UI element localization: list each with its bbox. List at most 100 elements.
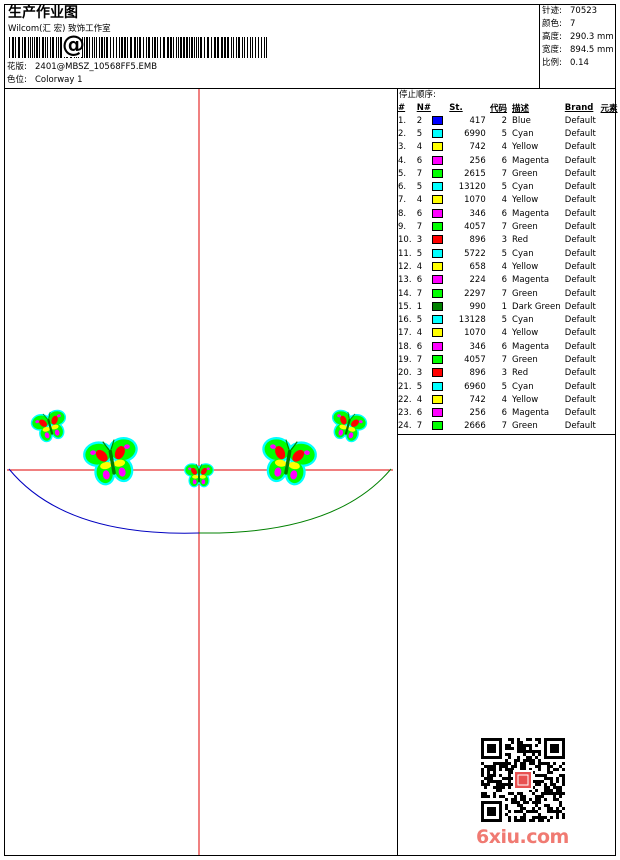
color-swatch	[431, 235, 443, 245]
row-needle: 7	[416, 421, 423, 432]
color-swatch	[431, 155, 443, 165]
row-element	[601, 274, 620, 287]
row-stitches: 346	[469, 208, 486, 219]
row-brand: Default	[564, 301, 596, 312]
row-code: 6	[501, 341, 508, 352]
color-swatch	[431, 182, 443, 192]
row-description: Green	[512, 222, 538, 233]
row-swatch	[431, 393, 450, 406]
table-row: 22. 4 742 4 Yellow Default	[398, 393, 620, 406]
row-brand: Default	[564, 394, 596, 405]
row-brand: Default	[564, 354, 596, 365]
row-index: 8.	[398, 208, 407, 219]
row-element	[601, 247, 620, 260]
row-description: Yellow	[512, 195, 539, 206]
row-swatch	[431, 353, 450, 366]
row-brand: Default	[564, 182, 596, 193]
table-row: 20. 3 896 3 Red Default	[398, 367, 620, 380]
row-description: Green	[512, 354, 538, 365]
row-needle: 4	[416, 394, 423, 405]
butterfly-right	[262, 437, 317, 486]
row-needle: 4	[416, 261, 423, 272]
pattern-label: 花版:	[7, 62, 27, 72]
row-brand: Default	[564, 275, 596, 286]
row-needle: 6	[416, 341, 423, 352]
row-brand: Default	[564, 222, 596, 233]
row-description: Yellow	[512, 142, 539, 153]
row-element	[601, 353, 620, 366]
row-needle: 6	[416, 408, 423, 419]
row-brand: Default	[564, 421, 596, 432]
row-index: 11.	[398, 248, 412, 259]
color-swatch	[431, 354, 443, 364]
color-swatch	[431, 128, 443, 138]
color-swatch	[431, 328, 443, 338]
row-description: Cyan	[512, 182, 534, 193]
height-value: 290.3 mm	[570, 32, 614, 42]
row-stitches: 346	[469, 341, 486, 352]
row-brand: Default	[564, 368, 596, 379]
butterfly-left	[83, 437, 138, 486]
row-brand: Default	[564, 195, 596, 206]
table-row: 11. 5 5722 5 Cyan Default	[398, 247, 620, 260]
color-label: 色位:	[7, 75, 27, 85]
row-swatch	[431, 407, 450, 420]
company-name: Wilcom(汇 宏) 致饰工作室	[8, 24, 111, 34]
row-element	[601, 127, 620, 140]
row-description: Yellow	[512, 328, 539, 339]
row-needle: 4	[416, 195, 423, 206]
row-stitches: 896	[469, 235, 486, 246]
row-description: Magenta	[512, 208, 550, 219]
table-row: 3. 4 742 4 Yellow Default	[398, 141, 620, 154]
row-code: 4	[501, 261, 508, 272]
color-swatch	[431, 275, 443, 285]
row-needle: 4	[416, 142, 423, 153]
row-element	[601, 380, 620, 393]
row-index: 7.	[398, 195, 407, 206]
barcode	[9, 37, 267, 58]
color-swatch	[431, 315, 443, 325]
table-row: 12. 4 658 4 Yellow Default	[398, 260, 620, 273]
col-element: 元素	[600, 103, 618, 114]
row-needle: 3	[416, 368, 423, 379]
color-swatch	[431, 381, 443, 391]
color-swatch	[431, 222, 443, 232]
table-row: 18. 6 346 6 Magenta Default	[398, 340, 620, 353]
row-stitches: 2297	[464, 288, 486, 299]
row-stitches: 4057	[464, 354, 486, 365]
row-stitches: 5722	[464, 248, 486, 259]
row-code: 7	[501, 288, 508, 299]
watermark-text: 6xiu.com	[476, 826, 569, 848]
row-needle: 5	[416, 182, 423, 193]
color-swatch	[431, 288, 443, 298]
row-needle: 1	[416, 301, 423, 312]
stop-sequence-table: # N# St. 代码 描述 Brand 元素 1. 2 417 2 Blue Defau…	[398, 101, 620, 433]
row-swatch	[431, 114, 450, 127]
table-row: 15. 1 990 1 Dark Green Default	[398, 300, 620, 313]
row-code: 1	[501, 301, 508, 312]
scale-value: 0.14	[570, 58, 589, 68]
row-code: 4	[501, 195, 508, 206]
row-stitches: 896	[469, 368, 486, 379]
row-code: 5	[501, 381, 508, 392]
row-code: 6	[501, 275, 508, 286]
row-element	[601, 300, 620, 313]
row-description: Cyan	[512, 381, 534, 392]
row-element	[601, 194, 620, 207]
row-description: Green	[512, 168, 538, 179]
embroidery-design-preview	[7, 89, 393, 855]
color-swatch	[431, 208, 443, 218]
row-code: 5	[501, 182, 508, 193]
table-row: 4. 6 256 6 Magenta Default	[398, 154, 620, 167]
color-swatch	[431, 301, 443, 311]
row-needle: 6	[416, 208, 423, 219]
stitches-label: 针迹:	[542, 6, 562, 16]
row-needle: 5	[416, 248, 423, 259]
row-needle: 2	[416, 115, 423, 126]
col-needle: N#	[416, 102, 431, 113]
row-code: 7	[501, 354, 508, 365]
row-description: Cyan	[512, 315, 534, 326]
row-element	[601, 114, 620, 127]
row-index: 23.	[398, 408, 412, 419]
row-code: 7	[501, 168, 508, 179]
